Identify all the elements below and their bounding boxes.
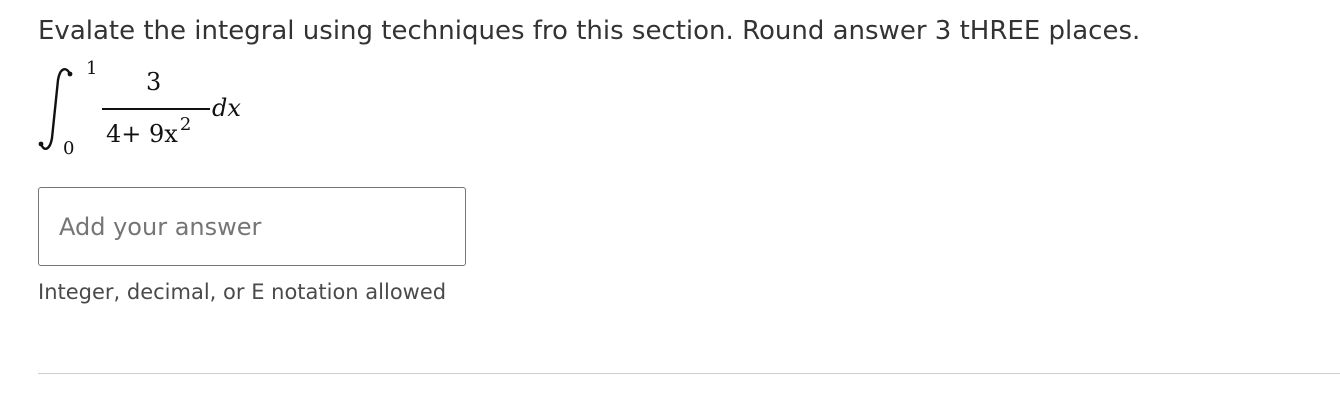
denominator-exponent: 2 — [179, 114, 192, 135]
numerator: 3 — [146, 68, 162, 96]
answer-input[interactable] — [38, 187, 466, 266]
question-text: Evalate the integral using techniques fr… — [38, 16, 1141, 46]
denominator: 4+ 9x 2 — [106, 114, 191, 148]
input-format-hint: Integer, decimal, or E notation allowed — [38, 280, 447, 304]
denominator-base: 4+ 9x — [106, 120, 178, 148]
lower-limit: 0 — [63, 138, 75, 159]
upper-limit: 1 — [86, 58, 98, 79]
differential: dx — [212, 94, 241, 122]
fraction-bar — [102, 108, 210, 110]
divider — [38, 373, 1340, 374]
integral-expression: 1 0 3 4+ 9x 2 dx — [36, 58, 276, 168]
